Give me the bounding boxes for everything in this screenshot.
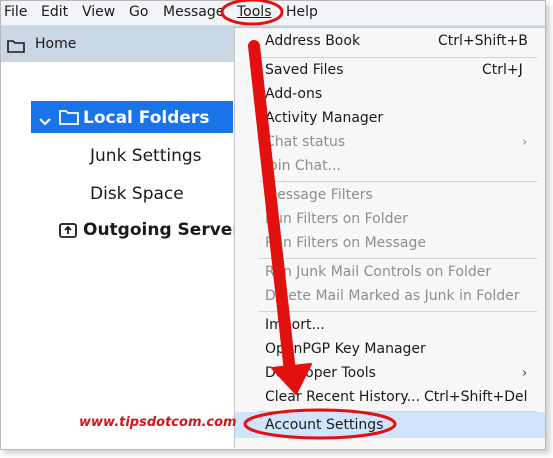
watermark-text: www.tipsdotcom.com [79, 415, 237, 430]
thunderbird-window: File Edit View Go Message Tools Help Hom… [0, 0, 546, 450]
menu-item-join-chat: Join Chat... [265, 158, 341, 174]
menu-item-run-junk-controls: Run Junk Mail Controls on Folder [265, 264, 492, 280]
folder-icon [7, 38, 25, 57]
tree-label-local-folders: Local Folders [83, 108, 210, 128]
tree-item-junk-settings[interactable]: Junk Settings [90, 146, 202, 166]
menu-item-saved-files[interactable]: Saved Files [265, 62, 343, 78]
chevron-right-icon: › [522, 366, 528, 381]
menu-separator [259, 311, 537, 312]
menu-item-run-filters-message: Run Filters on Message [265, 235, 426, 251]
menu-item-developer-tools[interactable]: Developer Tools [265, 365, 376, 381]
chevron-down-icon[interactable] [39, 112, 51, 131]
menu-separator [259, 181, 537, 182]
menu-go[interactable]: Go [129, 4, 148, 20]
menu-view[interactable]: View [82, 4, 115, 20]
shortcut-clear-history: Ctrl+Shift+Del [424, 389, 528, 405]
folder-icon [59, 109, 79, 129]
tree-item-disk-space[interactable]: Disk Space [90, 184, 184, 204]
menu-item-account-settings[interactable]: Account Settings [265, 417, 383, 433]
tree-item-outgoing-server[interactable]: Outgoing Server [83, 220, 241, 240]
menu-help[interactable]: Help [286, 4, 318, 20]
menu-bar: File Edit View Go Message Tools Help [1, 1, 545, 26]
menu-item-chat-status: Chat status [265, 134, 346, 150]
menu-item-run-filters-folder: Run Filters on Folder [265, 211, 408, 227]
menu-separator [259, 411, 537, 412]
menu-separator [259, 258, 537, 259]
menu-item-add-ons[interactable]: Add-ons [265, 86, 322, 102]
menu-file[interactable]: File [4, 4, 27, 20]
menu-tools[interactable]: Tools [237, 4, 272, 20]
menu-item-clear-recent-history[interactable]: Clear Recent History... [265, 389, 420, 405]
shortcut-saved-files: Ctrl+J [482, 62, 523, 78]
menu-item-address-book[interactable]: Address Book [265, 33, 360, 49]
menu-item-openpgp-key-manager[interactable]: OpenPGP Key Manager [265, 341, 426, 357]
menu-message[interactable]: Message [163, 4, 224, 20]
outbox-icon [58, 221, 78, 243]
menu-item-activity-manager[interactable]: Activity Manager [265, 110, 383, 126]
menu-separator [259, 57, 537, 58]
menu-edit[interactable]: Edit [41, 4, 68, 20]
tab-home[interactable]: Home [35, 36, 76, 52]
menu-item-message-filters: Message Filters [265, 187, 373, 203]
shortcut-address-book: Ctrl+Shift+B [438, 33, 528, 49]
menu-item-import[interactable]: Import... [265, 317, 325, 333]
chevron-right-icon: › [522, 135, 528, 150]
menu-item-delete-junk: Delete Mail Marked as Junk in Folder [265, 288, 520, 304]
